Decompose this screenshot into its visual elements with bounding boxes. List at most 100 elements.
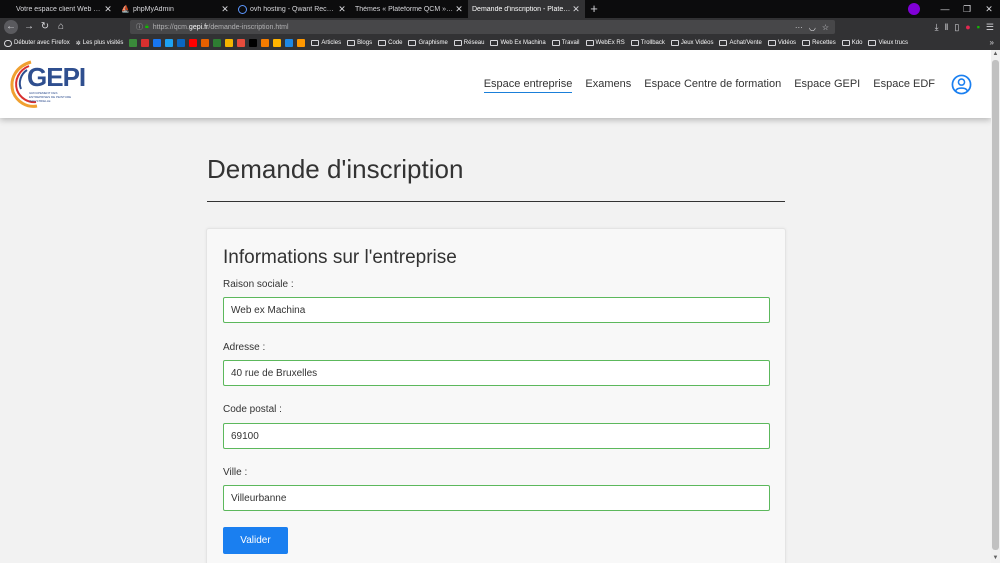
folder-icon (670, 40, 679, 46)
minimize-icon[interactable]: — (934, 4, 956, 14)
bookmark-folder[interactable]: Travail (551, 40, 580, 46)
window-controls: — ❐ ✕ (908, 0, 1000, 18)
valider-button[interactable]: Valider (223, 527, 288, 554)
bookmark-item[interactable]: ✲ Les plus visités (76, 40, 124, 47)
folder-icon (841, 40, 850, 46)
browser-tab[interactable]: ⛵ phpMyAdmin ✕ (117, 0, 234, 18)
bookmark-folder[interactable]: WebEx RS (585, 40, 625, 46)
bookmark-folder[interactable]: Jeux Vidéos (670, 40, 713, 46)
bookmark-favicon-icon[interactable] (201, 39, 210, 47)
folder-icon (868, 40, 877, 46)
close-window-icon[interactable]: ✕ (978, 4, 1000, 15)
reload-icon[interactable]: ↻ (37, 20, 53, 34)
page-viewport: GEPI GROUPEMENT DES ENTREPRISES DE PEINT… (0, 50, 991, 563)
tab-title: ovh hosting - Qwant Recherche (250, 5, 337, 13)
adresse-input[interactable] (223, 360, 770, 386)
bookmark-favicon-icon[interactable] (129, 39, 138, 47)
lock-icon: 🔒︎ (145, 23, 149, 30)
address-bar[interactable]: ⓘ 🔒︎ https://qcm.gepi.fr/demande-inscrip… (130, 20, 835, 34)
library-icon[interactable]: ‖ (945, 20, 949, 34)
extension-icon[interactable]: ▪ (977, 20, 980, 34)
bookmark-folder[interactable]: Code (378, 40, 402, 46)
bookmark-folder[interactable]: Trollback (630, 40, 665, 46)
forward-arrow-icon[interactable]: → (21, 20, 37, 34)
browser-tab[interactable]: Votre espace client Web OVH ✕ (0, 0, 117, 18)
folder-icon (630, 40, 639, 46)
code-postal-input[interactable] (223, 423, 770, 449)
tab-close-icon[interactable]: ✕ (103, 4, 113, 15)
bookmark-folder[interactable]: Achat/Vente (719, 40, 762, 46)
url-text[interactable]: https://qcm.gepi.fr/demande-inscription.… (153, 24, 795, 31)
browser-toolbar: ← → ↻ ⌂ ⓘ 🔒︎ https://qcm.gepi.fr/demande… (0, 18, 1000, 36)
scroll-thumb[interactable] (992, 60, 999, 550)
user-account-icon[interactable] (951, 74, 972, 95)
bookmark-item[interactable]: Débuter avec Firefox (4, 39, 70, 47)
bookmark-folder[interactable]: Blogs (347, 40, 372, 46)
browser-tab-bar: Votre espace client Web OVH ✕ ⛵ phpMyAdm… (0, 0, 1000, 18)
ville-input[interactable] (223, 485, 770, 511)
page-scrollbar[interactable]: ▲ ▼ (991, 50, 1000, 563)
bookmark-favicon-icon[interactable] (261, 39, 270, 47)
restore-icon[interactable]: ❐ (956, 4, 978, 15)
folder-icon (719, 40, 728, 46)
ovh-icon (4, 4, 13, 14)
folder-icon (311, 40, 320, 46)
download-icon[interactable]: ⤓ (935, 20, 939, 34)
folder-icon (453, 40, 462, 46)
new-tab-button[interactable]: + (585, 0, 603, 18)
bookmark-favicon-icon[interactable] (165, 39, 174, 47)
browser-tab-active[interactable]: Demande d'inscription - Plateform ✕ (468, 0, 585, 18)
folder-icon (802, 40, 811, 46)
tab-close-icon[interactable]: ✕ (337, 4, 347, 15)
nav-espace-edf[interactable]: Espace EDF (873, 76, 935, 92)
menu-icon[interactable]: ☰ (986, 20, 994, 34)
scroll-up-icon[interactable]: ▲ (991, 50, 1000, 59)
bookmark-favicon-icon[interactable] (153, 39, 162, 47)
phpmyadmin-icon: ⛵ (121, 5, 130, 13)
gepi-logo[interactable]: GEPI GROUPEMENT DES ENTREPRISES DE PEINT… (9, 58, 86, 110)
tab-close-icon[interactable]: ✕ (220, 4, 230, 15)
bookmark-favicon-icon[interactable] (213, 39, 222, 47)
tab-close-icon[interactable]: ✕ (454, 4, 464, 15)
tab-close-icon[interactable]: ✕ (571, 4, 581, 15)
bookmark-favicon-icon[interactable] (189, 39, 198, 47)
back-arrow-icon[interactable]: ← (4, 20, 18, 34)
bookmark-favicon-icon[interactable] (249, 39, 258, 47)
bookmark-folder[interactable]: Kdo (841, 40, 862, 46)
bookmark-star-icon[interactable]: ☆ (822, 23, 829, 32)
bookmark-folder[interactable]: Réseau (453, 40, 484, 46)
logo-subtitle: GROUPEMENT DES ENTREPRISES DE PEINTURE I… (29, 91, 72, 103)
gear-icon: ✲ (75, 40, 81, 47)
bookmark-folder[interactable]: Graphisme (408, 40, 448, 46)
bookmark-favicon-icon[interactable] (273, 39, 282, 47)
bookmark-favicon-icon[interactable] (237, 39, 246, 47)
bookmark-folder[interactable]: Recettes (802, 40, 836, 46)
nav-espace-entreprise[interactable]: Espace entreprise (483, 76, 573, 93)
bookmark-favicon-icon[interactable] (297, 39, 306, 47)
code-postal-label: Code postal : (223, 404, 282, 415)
nav-espace-centre-formation[interactable]: Espace Centre de formation (644, 76, 781, 92)
home-icon[interactable]: ⌂ (53, 20, 69, 34)
nav-examens[interactable]: Examens (585, 76, 631, 92)
sidebar-icon[interactable]: ▯ (954, 20, 959, 34)
bookmark-favicon-icon[interactable] (141, 39, 150, 47)
bookmark-favicon-icon[interactable] (225, 39, 234, 47)
raison-sociale-input[interactable] (223, 297, 770, 323)
browser-tab[interactable]: ovh hosting - Qwant Recherche ✕ (234, 0, 351, 18)
bookmark-favicon-icon[interactable] (285, 39, 294, 47)
nav-espace-gepi[interactable]: Espace GEPI (794, 76, 860, 92)
bookmark-folder[interactable]: Vidéos (767, 40, 796, 46)
bookmarks-overflow-icon[interactable]: » (990, 36, 994, 50)
tab-title: phpMyAdmin (133, 5, 174, 13)
pocket-icon[interactable]: ◡ (809, 23, 816, 32)
browser-tab[interactable]: Thèmes « Plateforme QCM » Modu ✕ (351, 0, 468, 18)
scroll-down-icon[interactable]: ▼ (991, 554, 1000, 563)
tab-title: Votre espace client Web OVH (16, 5, 103, 13)
bookmark-folder[interactable]: Vieux trucs (868, 40, 908, 46)
bookmark-folder[interactable]: Articles (311, 40, 341, 46)
bookmark-favicon-icon[interactable] (177, 39, 186, 47)
page-actions-icon[interactable]: ··· (795, 23, 803, 32)
extension-icon[interactable]: ● (965, 20, 970, 34)
info-icon[interactable]: ⓘ (136, 22, 143, 32)
bookmark-folder[interactable]: Web Ex Machina (490, 40, 546, 46)
